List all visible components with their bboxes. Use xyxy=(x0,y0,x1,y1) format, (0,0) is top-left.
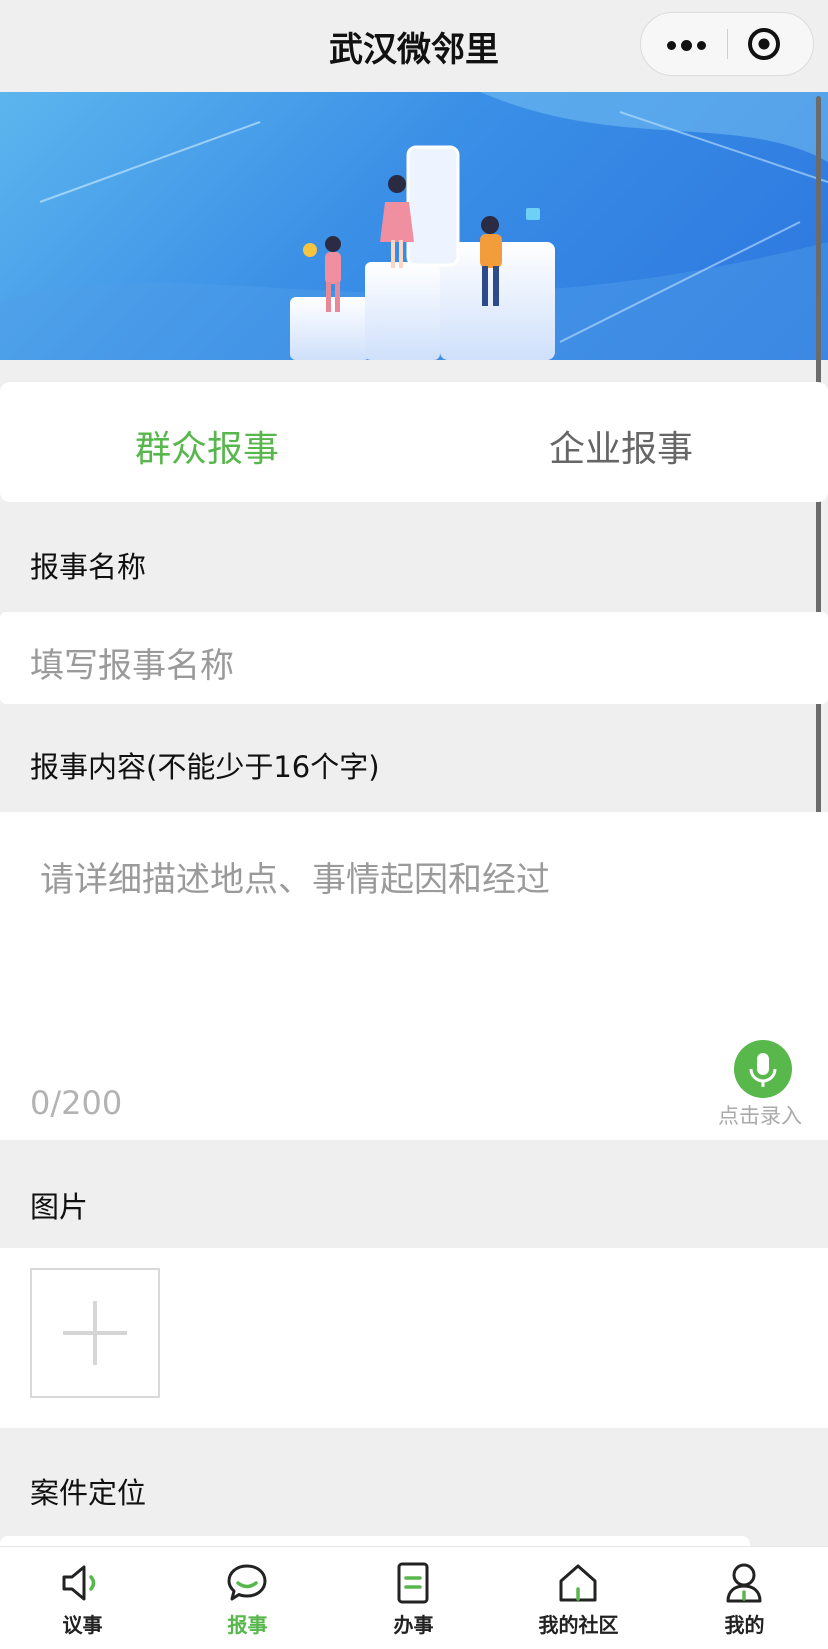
navbar: 武汉微邻里 xyxy=(0,0,828,92)
report-content-label: 报事内容(不能少于16个字) xyxy=(30,750,380,784)
add-image-button[interactable] xyxy=(30,1268,160,1398)
banner-graphic xyxy=(0,92,828,360)
tabbar-label: 办事 xyxy=(393,1613,434,1637)
tabbar-label: 我的社区 xyxy=(538,1613,619,1637)
banner-illustration xyxy=(0,92,828,360)
target-icon xyxy=(748,28,780,60)
report-content-textarea[interactable]: 请详细描述地点、事情起因和经过 0/200 xyxy=(0,812,828,1140)
tabbar-item-report[interactable]: 报事 xyxy=(165,1547,330,1649)
report-content-placeholder: 请详细描述地点、事情起因和经过 xyxy=(40,860,550,900)
tabbar-label: 报事 xyxy=(227,1613,268,1637)
voice-input-label: 点击录入 xyxy=(718,1104,802,1128)
tab-public-report[interactable]: 群众报事 xyxy=(0,420,414,472)
image-upload-area xyxy=(0,1248,828,1428)
tabbar-label: 我的 xyxy=(724,1613,765,1637)
tabbar-item-services[interactable]: 办事 xyxy=(331,1547,496,1649)
microphone-icon xyxy=(749,1053,777,1087)
tabbar-item-me[interactable]: 我的 xyxy=(662,1547,827,1649)
tabbar-item-discuss[interactable]: 议事 xyxy=(0,1547,165,1649)
voice-input-button[interactable] xyxy=(734,1040,792,1098)
speaker-icon xyxy=(62,1565,96,1601)
tab-enterprise-report[interactable]: 企业报事 xyxy=(414,420,828,472)
chat-bubble-icon xyxy=(227,1564,267,1601)
more-options-button[interactable] xyxy=(641,13,727,75)
more-dot-icon xyxy=(681,40,692,51)
tabbar-label: 议事 xyxy=(62,1613,103,1637)
report-page: 武汉微邻里 群众报事 企业报事 报事名称 填写报事名称 报事内容(不能少于16个… xyxy=(0,0,828,1649)
bottom-tab-bar: 议事 报事 办事 我的社区 我的 xyxy=(0,1546,828,1649)
case-location-label: 案件定位 xyxy=(30,1476,147,1510)
report-name-placeholder: 填写报事名称 xyxy=(30,646,234,686)
person-icon xyxy=(726,1563,762,1603)
report-type-tabs: 群众报事 企业报事 xyxy=(0,382,828,502)
more-dot-icon xyxy=(697,41,706,50)
plus-icon xyxy=(63,1301,127,1365)
mini-program-capsule xyxy=(640,12,814,76)
close-program-button[interactable] xyxy=(728,13,814,75)
report-name-label: 报事名称 xyxy=(30,550,147,584)
image-label: 图片 xyxy=(30,1190,89,1224)
report-name-input[interactable]: 填写报事名称 xyxy=(0,612,828,704)
more-dot-icon xyxy=(667,41,676,50)
tabbar-item-my-community[interactable]: 我的社区 xyxy=(496,1547,661,1649)
home-icon xyxy=(559,1564,597,1602)
document-icon xyxy=(397,1562,429,1604)
char-counter: 0/200 xyxy=(30,1084,123,1122)
